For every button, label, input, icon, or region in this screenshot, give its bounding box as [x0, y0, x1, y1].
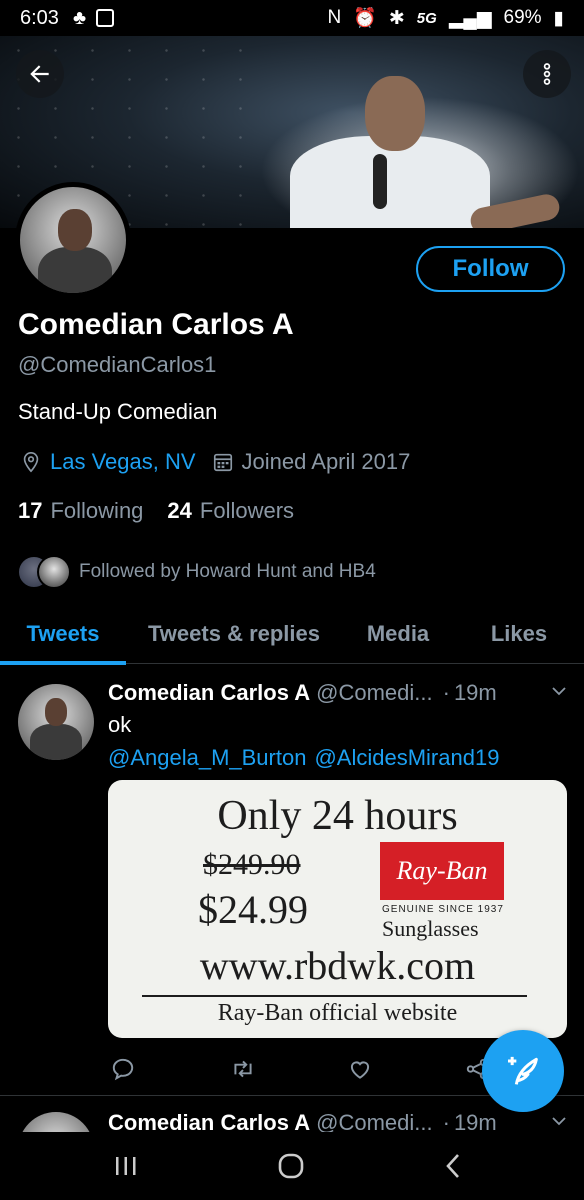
mention-link[interactable]: @Angela_M_Burton	[108, 745, 306, 771]
tweet-author-name: Comedian Carlos A	[108, 680, 311, 705]
mention-link[interactable]: @AlcidesMirand19	[314, 745, 499, 771]
profile-meta: Las Vegas, NV Joined April 2017	[20, 449, 410, 475]
notification-icon: ♣	[72, 6, 87, 29]
image-since: GENUINE SINCE 1937	[382, 904, 504, 915]
image-official: Ray-Ban official website	[217, 1000, 458, 1026]
tweet-dot: ·	[442, 1110, 450, 1132]
network-type: 5G	[416, 9, 437, 27]
tweet-author-name: Comedian Carlos A	[108, 1110, 311, 1132]
home-button[interactable]	[261, 1146, 321, 1186]
more-options-button[interactable]	[523, 50, 571, 98]
more-vertical-icon	[543, 63, 551, 85]
reply-button[interactable]	[108, 1054, 138, 1084]
following-label: Following	[50, 498, 144, 523]
alarm-icon: ⏰	[353, 8, 377, 29]
compose-tweet-button[interactable]	[482, 1030, 564, 1112]
tweet-time: 19m	[453, 1110, 497, 1132]
battery-icon: ▮	[553, 7, 564, 29]
profile-tabs: Tweets Tweets & replies Media Likes	[0, 604, 584, 665]
tweet-avatar[interactable]	[18, 1112, 94, 1132]
back-button[interactable]	[16, 50, 64, 98]
tweet-dot: ·	[442, 680, 450, 705]
banner-figure-head	[365, 76, 425, 151]
followed-by-row[interactable]: Followed by Howard Hunt and HB4	[17, 555, 376, 589]
follow-button[interactable]: Follow	[416, 246, 565, 292]
recent-apps-icon	[116, 1157, 136, 1175]
home-icon	[278, 1153, 304, 1179]
tweet-image[interactable]: Only 24 hours $249.90 $24.99 Ray-Ban GEN…	[108, 780, 567, 1038]
image-url: www.rbdwk.com	[199, 943, 476, 988]
profile-avatar[interactable]	[15, 182, 131, 298]
tweet-author-handle: @Comedi...	[316, 1110, 433, 1132]
chevron-down-icon[interactable]	[550, 1112, 568, 1133]
tweet-header: Comedian Carlos A @Comedi... · 19m	[108, 1110, 568, 1132]
tweet-partial[interactable]: Comedian Carlos A @Comedi... · 19m	[0, 1098, 584, 1132]
like-button[interactable]	[345, 1054, 375, 1084]
followed-by-text: Followed by Howard Hunt and HB4	[79, 561, 376, 582]
tweet-actions	[108, 1054, 508, 1084]
follower-avatar	[37, 555, 71, 589]
follow-counts: 17 Following 24 Followers	[18, 498, 294, 524]
follower-avatars	[17, 555, 73, 589]
profile-location[interactable]: Las Vegas, NV	[50, 449, 196, 475]
arrow-left-icon	[30, 65, 49, 83]
image-rule	[142, 995, 527, 997]
location-pin-icon	[23, 452, 39, 473]
tweet-avatar[interactable]	[18, 684, 94, 760]
calendar-icon	[213, 453, 232, 472]
tweet-mentions: @Angela_M_Burton @AlcidesMirand19	[108, 745, 499, 771]
tweet-author-handle: @Comedi...	[316, 680, 433, 705]
recent-apps-button[interactable]	[96, 1146, 156, 1186]
banner-microphone	[373, 154, 387, 209]
tab-tweets-replies[interactable]: Tweets & replies	[126, 604, 342, 664]
status-bar: 6:03 ♣ N ⏰ ✱ 5G ▂▄▆ 69% ▮	[0, 0, 584, 36]
nfc-icon: N	[327, 7, 342, 28]
following-link[interactable]: 17 Following	[18, 498, 143, 524]
image-headline: Only 24 hours	[217, 793, 458, 839]
image-old-price: $249.90	[203, 848, 301, 881]
profile-bio: Stand-Up Comedian	[18, 399, 218, 424]
followers-label: Followers	[199, 498, 295, 523]
signal-icon: ▂▄▆	[448, 7, 492, 29]
profile-handle: @ComedianCarlos1	[18, 352, 217, 377]
retweet-button[interactable]	[228, 1054, 258, 1084]
status-time: 6:03	[20, 6, 59, 29]
tweet-time: 19m	[453, 680, 497, 705]
retweet-icon	[234, 1060, 252, 1078]
followers-count: 24	[167, 498, 192, 523]
tweet-text: ok	[108, 712, 132, 737]
following-count: 17	[18, 498, 43, 523]
tweet-header: Comedian Carlos A @Comedi... · 19m	[108, 680, 568, 706]
battery-level: 69%	[503, 7, 542, 28]
reply-icon	[112, 1058, 134, 1081]
gallery-icon	[96, 9, 115, 27]
heart-icon	[350, 1061, 370, 1079]
compose-tweet-icon	[508, 1056, 538, 1085]
rayban-logo: Ray-Ban	[380, 842, 504, 900]
followers-link[interactable]: 24 Followers	[167, 498, 294, 524]
bluetooth-icon: ✱	[388, 7, 405, 29]
tab-likes[interactable]: Likes	[454, 604, 584, 664]
back-nav-button[interactable]	[423, 1146, 483, 1186]
android-nav-bar	[0, 1132, 584, 1200]
profile-joined: Joined April 2017	[241, 449, 411, 474]
tab-tweets[interactable]: Tweets	[0, 604, 126, 665]
chevron-down-icon[interactable]	[550, 682, 568, 705]
chevron-left-icon	[446, 1154, 459, 1178]
image-new-price: $24.99	[198, 887, 308, 932]
tab-media[interactable]: Media	[342, 604, 454, 664]
image-product: Sunglasses	[382, 916, 479, 941]
profile-display-name: Comedian Carlos A	[18, 308, 294, 341]
